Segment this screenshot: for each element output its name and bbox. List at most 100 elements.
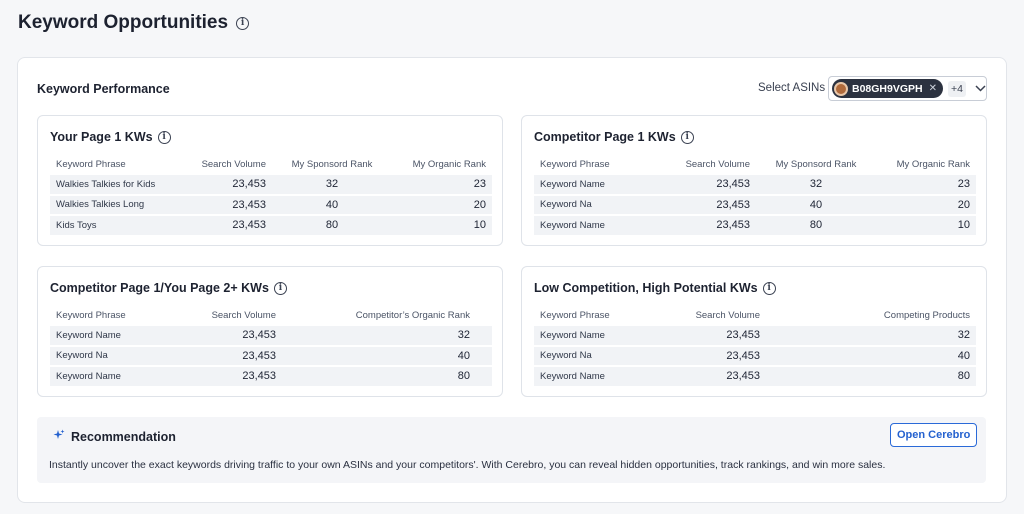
recommendation-box: Recommendation Open Cerebro Instantly un… [37, 417, 986, 483]
card-title: Competitor Page 1 KWs i [534, 130, 694, 144]
search-volume-cell: 23,453 [190, 326, 282, 345]
organic-rank-cell: 10 [392, 216, 492, 235]
table-row[interactable]: Kids Toys 23,453 80 10 [50, 216, 492, 235]
column-header[interactable]: My Sponsord Rank [272, 155, 392, 173]
column-header[interactable]: Keyword Phrase [534, 306, 674, 324]
search-volume-cell: 23,453 [190, 367, 282, 386]
keyword-cell: Keyword Na [534, 346, 674, 365]
card-title-text: Competitor Page 1/You Page 2+ KWs [50, 281, 269, 295]
competing-products-cell: 40 [766, 346, 976, 365]
recommendation-title-text: Recommendation [71, 429, 176, 444]
competing-products-cell: 80 [766, 367, 976, 386]
search-volume-cell: 23,453 [190, 346, 282, 365]
keyword-cell: Keyword Name [50, 367, 190, 386]
asin-chip-label: B08GH9VGPH [852, 82, 923, 95]
table-row[interactable]: Keyword Name 23,453 80 [534, 367, 976, 386]
keyword-cell: Keyword Name [534, 367, 674, 386]
info-icon[interactable]: i [762, 281, 776, 295]
table-row[interactable]: Keyword Name 23,453 32 [534, 326, 976, 345]
column-header[interactable]: My Sponsord Rank [756, 155, 876, 173]
keyword-cell: Kids Toys [50, 216, 190, 235]
keyword-table: Keyword Phrase Search Volume My Sponsord… [50, 153, 492, 237]
open-cerebro-button[interactable]: Open Cerebro [890, 423, 978, 447]
table-row[interactable]: Keyword Name 23,453 32 23 [534, 175, 976, 194]
column-header[interactable]: Keyword Phrase [534, 155, 674, 173]
info-icon[interactable]: i [273, 281, 287, 295]
table-header-row: Keyword Phrase Search Volume Competitor’… [50, 306, 492, 324]
search-volume-cell: 23,453 [674, 195, 756, 214]
organic-rank-cell: 20 [876, 195, 976, 214]
column-header[interactable]: Competing Products [766, 306, 976, 324]
select-asins-label: Select ASINs [758, 82, 826, 94]
competitor-rank-cell: 40 [282, 346, 492, 365]
info-icon[interactable]: i [236, 16, 250, 30]
keyword-cell: Keyword Name [534, 175, 674, 194]
sponsored-rank-cell: 32 [272, 175, 392, 194]
column-header[interactable]: Search Volume [674, 155, 756, 173]
column-header[interactable]: My Organic Rank [876, 155, 976, 173]
organic-rank-cell: 23 [876, 175, 976, 194]
column-header[interactable]: My Organic Rank [392, 155, 492, 173]
column-header[interactable]: Keyword Phrase [50, 306, 190, 324]
asin-more-count[interactable]: +4 [948, 80, 966, 97]
table-header-row: Keyword Phrase Search Volume Competing P… [534, 306, 976, 324]
competitor-rank-cell: 32 [282, 326, 492, 345]
keyword-cell: Walkies Talkies for Kids [50, 175, 190, 194]
card-title-text: Competitor Page 1 KWs [534, 130, 676, 144]
search-volume-cell: 23,453 [190, 195, 272, 214]
page-title-text: Keyword Opportunities [18, 12, 229, 33]
recommendation-title: Recommendation [53, 429, 176, 444]
card-title: Low Competition, High Potential KWs i [534, 281, 776, 295]
table-row[interactable]: Walkies Talkies for Kids 23,453 32 23 [50, 175, 492, 194]
close-icon[interactable]: ✕ [929, 83, 937, 94]
keyword-performance-panel: Keyword Performance Select ASINs B08GH9V… [17, 57, 1007, 503]
search-volume-cell: 23,453 [674, 367, 766, 386]
table-header-row: Keyword Phrase Search Volume My Sponsord… [534, 155, 976, 173]
organic-rank-cell: 23 [392, 175, 492, 194]
sparkle-icon [53, 429, 65, 444]
table-header-row: Keyword Phrase Search Volume My Sponsord… [50, 155, 492, 173]
asin-multiselect[interactable]: B08GH9VGPH ✕ +4 [828, 76, 987, 101]
keyword-table: Keyword Phrase Search Volume Competitor’… [50, 304, 492, 388]
search-volume-cell: 23,453 [190, 216, 272, 235]
search-volume-cell: 23,453 [674, 326, 766, 345]
competitor-you-page2-kws-card: Competitor Page 1/You Page 2+ KWs i Keyw… [37, 266, 503, 397]
info-icon[interactable]: i [157, 130, 171, 144]
table-row[interactable]: Keyword Name 23,453 80 10 [534, 216, 976, 235]
search-volume-cell: 23,453 [190, 175, 272, 194]
asin-chip[interactable]: B08GH9VGPH ✕ [832, 79, 943, 98]
keyword-cell: Keyword Na [50, 346, 190, 365]
competing-products-cell: 32 [766, 326, 976, 345]
card-title: Your Page 1 KWs i [50, 130, 171, 144]
column-header[interactable]: Keyword Phrase [50, 155, 190, 173]
keyword-table: Keyword Phrase Search Volume Competing P… [534, 304, 976, 388]
organic-rank-cell: 10 [876, 216, 976, 235]
sponsored-rank-cell: 40 [272, 195, 392, 214]
keyword-cell: Keyword Name [50, 326, 190, 345]
table-row[interactable]: Keyword Na 23,453 40 [50, 346, 492, 365]
section-title: Keyword Performance [37, 82, 170, 96]
keyword-table: Keyword Phrase Search Volume My Sponsord… [534, 153, 976, 237]
chevron-down-icon[interactable] [975, 76, 986, 101]
column-header[interactable]: Search Volume [190, 306, 282, 324]
keyword-cell: Walkies Talkies Long [50, 195, 190, 214]
organic-rank-cell: 20 [392, 195, 492, 214]
sponsored-rank-cell: 40 [756, 195, 876, 214]
table-row[interactable]: Keyword Name 23,453 80 [50, 367, 492, 386]
info-icon[interactable]: i [680, 130, 694, 144]
sponsored-rank-cell: 32 [756, 175, 876, 194]
search-volume-cell: 23,453 [674, 175, 756, 194]
table-row[interactable]: Walkies Talkies Long 23,453 40 20 [50, 195, 492, 214]
table-row[interactable]: Keyword Na 23,453 40 20 [534, 195, 976, 214]
recommendation-text: Instantly uncover the exact keywords dri… [49, 459, 886, 471]
table-row[interactable]: Keyword Name 23,453 32 [50, 326, 492, 345]
sponsored-rank-cell: 80 [272, 216, 392, 235]
column-header[interactable]: Search Volume [674, 306, 766, 324]
low-competition-kws-card: Low Competition, High Potential KWs i Ke… [521, 266, 987, 397]
keyword-cell: Keyword Name [534, 326, 674, 345]
column-header[interactable]: Competitor’s Organic Rank [282, 306, 492, 324]
card-title: Competitor Page 1/You Page 2+ KWs i [50, 281, 287, 295]
table-row[interactable]: Keyword Na 23,453 40 [534, 346, 976, 365]
search-volume-cell: 23,453 [674, 216, 756, 235]
column-header[interactable]: Search Volume [190, 155, 272, 173]
